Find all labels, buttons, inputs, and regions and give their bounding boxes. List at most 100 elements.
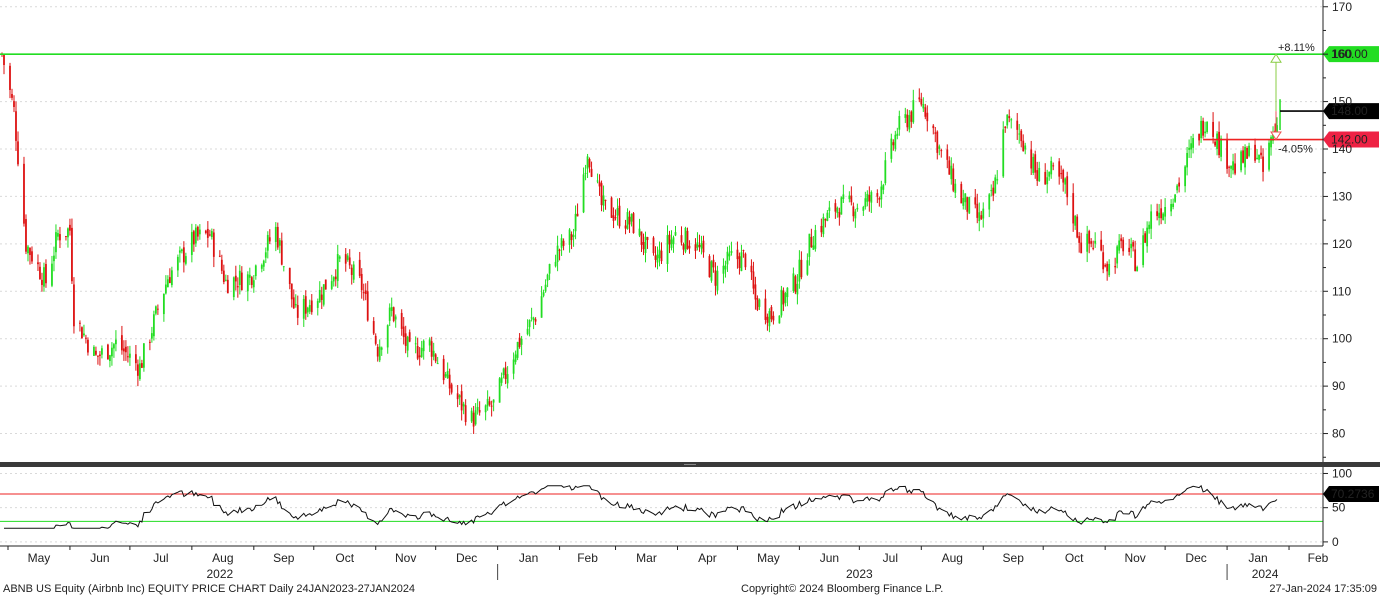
candle-body bbox=[87, 339, 89, 353]
candle-body bbox=[586, 156, 589, 169]
candle-body bbox=[1018, 133, 1021, 135]
candle-body bbox=[836, 207, 839, 214]
candle-body bbox=[152, 314, 155, 337]
candle-body bbox=[360, 273, 363, 291]
candle-body bbox=[726, 251, 729, 265]
candle-body bbox=[716, 270, 719, 291]
candle-body bbox=[178, 250, 181, 253]
candle-body bbox=[526, 328, 529, 335]
candle-body bbox=[11, 93, 13, 98]
candle-body bbox=[1234, 163, 1236, 174]
footer-copyright: Copyright© 2024 Bloomberg Finance L.P. bbox=[741, 583, 944, 595]
x-month-label: Sep bbox=[273, 551, 295, 565]
candle-body bbox=[572, 234, 575, 238]
annotation-down-pct: -4.05% bbox=[1278, 144, 1313, 156]
candle-body bbox=[812, 245, 815, 250]
candle-body bbox=[250, 277, 253, 285]
candle-body bbox=[934, 132, 937, 134]
y-tick-label: 150 bbox=[1332, 95, 1352, 109]
candle-body bbox=[700, 243, 703, 249]
candle-body bbox=[29, 247, 31, 255]
candle-body bbox=[1204, 131, 1206, 134]
candle-body bbox=[1142, 235, 1145, 265]
candle-body bbox=[878, 198, 881, 200]
candle-body bbox=[3, 54, 5, 65]
candle-body bbox=[966, 197, 969, 212]
candle-body bbox=[1214, 141, 1216, 146]
candle-body bbox=[404, 333, 407, 346]
candle-body bbox=[1024, 145, 1027, 150]
candle-body bbox=[416, 346, 419, 359]
candle-body bbox=[842, 194, 845, 199]
candle-body bbox=[446, 371, 449, 379]
candle-body bbox=[862, 207, 865, 211]
candle-body bbox=[1242, 150, 1244, 163]
candle-body bbox=[1002, 129, 1005, 177]
candle-body bbox=[358, 259, 361, 276]
candle-body bbox=[462, 403, 465, 407]
candle-body bbox=[658, 249, 661, 259]
candle-body bbox=[97, 355, 99, 357]
candle-body bbox=[266, 234, 269, 251]
candle-body bbox=[798, 259, 801, 282]
candle-body bbox=[922, 103, 925, 109]
candle-body bbox=[232, 277, 235, 298]
candle-body bbox=[224, 279, 227, 281]
candle-body bbox=[920, 99, 923, 105]
candle-body bbox=[1004, 126, 1007, 129]
candle-body bbox=[184, 256, 187, 264]
candle-body bbox=[478, 409, 481, 413]
candle-body bbox=[644, 236, 647, 253]
candle-body bbox=[628, 216, 631, 225]
x-month-label: Dec bbox=[456, 551, 477, 565]
candle-body bbox=[1170, 204, 1173, 212]
candle-body bbox=[848, 195, 851, 200]
candle-body bbox=[712, 259, 715, 268]
candle-body bbox=[1104, 265, 1107, 267]
candle-body bbox=[306, 307, 309, 313]
panel-divider[interactable] bbox=[0, 462, 1380, 467]
candle-body bbox=[1100, 239, 1103, 251]
candle-body bbox=[710, 261, 713, 281]
candle-body bbox=[670, 239, 673, 248]
candle-body bbox=[1048, 171, 1051, 177]
candle-body bbox=[530, 317, 533, 319]
candle-body bbox=[1030, 149, 1033, 169]
candle-body bbox=[784, 293, 787, 303]
candle-body bbox=[67, 228, 69, 238]
candle-body bbox=[1258, 154, 1260, 160]
candle-body bbox=[338, 256, 341, 259]
candle-body bbox=[264, 252, 267, 258]
candle-body bbox=[127, 356, 129, 358]
candle-body bbox=[1244, 146, 1246, 168]
candle-body bbox=[352, 264, 355, 280]
candle-body bbox=[1052, 165, 1055, 167]
candle-body bbox=[182, 247, 185, 263]
candle-body bbox=[646, 237, 649, 241]
candle-body bbox=[1156, 211, 1159, 217]
x-month-label: Nov bbox=[1124, 551, 1145, 565]
candle-body bbox=[234, 275, 237, 282]
candle-body bbox=[156, 308, 159, 310]
x-month-label: Jul bbox=[153, 551, 168, 565]
candle-body bbox=[764, 298, 767, 320]
candle-body bbox=[904, 114, 907, 118]
x-month-label: Dec bbox=[1185, 551, 1206, 565]
candle-body bbox=[780, 289, 783, 316]
candle-body bbox=[786, 287, 789, 298]
candle-body bbox=[542, 292, 545, 296]
candle-body bbox=[240, 272, 243, 291]
candle-body bbox=[414, 343, 417, 345]
candle-body bbox=[1032, 156, 1035, 173]
candle-body bbox=[474, 410, 477, 425]
candle-body bbox=[770, 307, 773, 320]
candle-body bbox=[204, 230, 207, 233]
candle-body bbox=[486, 398, 489, 407]
candle-body bbox=[820, 225, 823, 233]
candle-body bbox=[660, 250, 663, 262]
candle-body bbox=[1262, 156, 1264, 172]
candle-body bbox=[374, 335, 377, 344]
candle-body bbox=[460, 391, 463, 411]
candle-body bbox=[730, 250, 733, 254]
candle-body bbox=[1090, 241, 1093, 244]
